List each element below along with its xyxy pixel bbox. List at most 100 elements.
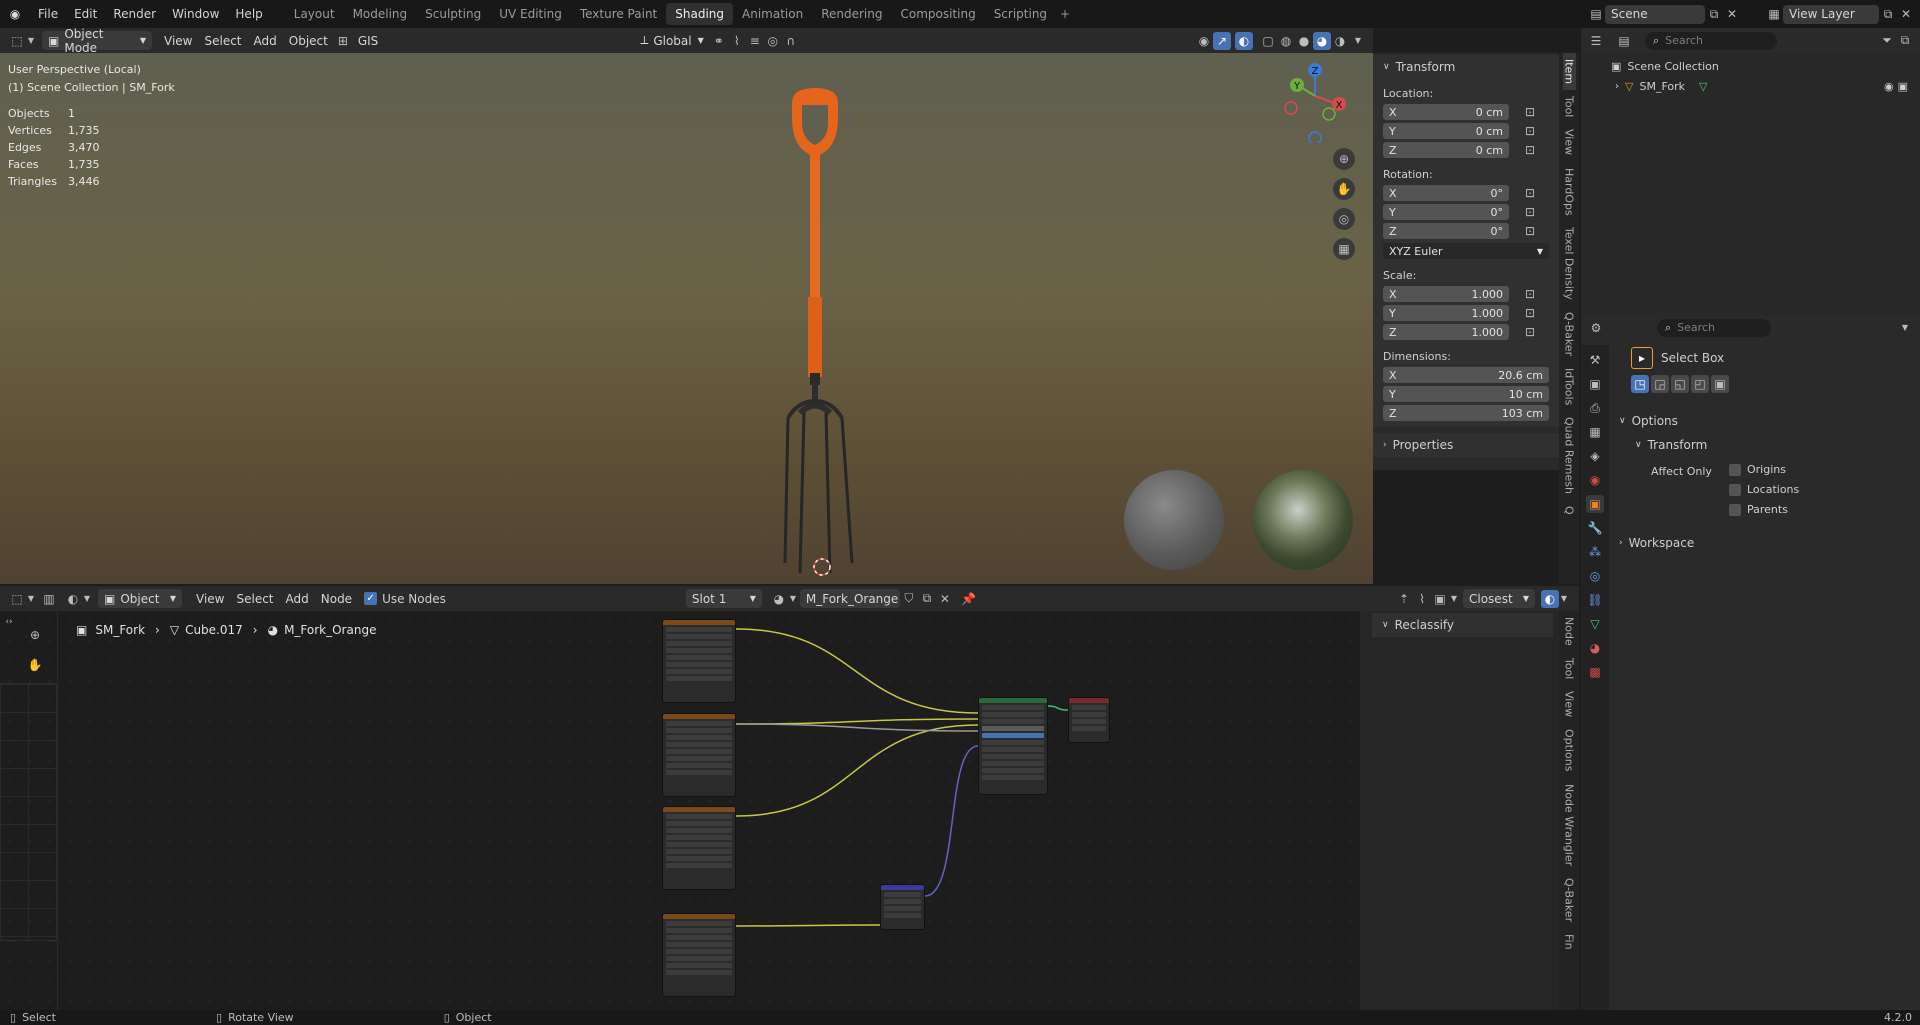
transform-header[interactable]: ∨ Transform	[1373, 55, 1559, 79]
constraints-tab-icon[interactable]: ⛓	[1586, 591, 1604, 609]
node-editor-type-icon[interactable]: ⬚	[8, 590, 26, 608]
material-name-field[interactable]: M_Fork_Orange	[799, 589, 900, 608]
node-menu-select[interactable]: Select	[230, 589, 279, 608]
snap-target-icon[interactable]: ▣	[1431, 590, 1449, 608]
overlay-icon[interactable]: ◐	[1235, 31, 1253, 50]
tab-shading[interactable]: Shading	[666, 3, 733, 25]
origins-checkbox[interactable]: Origins	[1729, 463, 1786, 476]
properties-search-input[interactable]: ⌕ Search	[1657, 318, 1771, 337]
tab-item[interactable]: Item	[1562, 53, 1576, 91]
parents-checkbox[interactable]: Parents	[1729, 503, 1788, 516]
shader-object-dropdown[interactable]: ▣ Object ▼	[98, 589, 182, 608]
material-slot-dropdown[interactable]: Slot 1 ▼	[685, 589, 762, 608]
modifier-tab-icon[interactable]: 🔧	[1586, 519, 1604, 537]
properties-subpanel-header[interactable]: › Properties	[1373, 433, 1559, 457]
scale-x-field[interactable]: X 1.000	[1383, 286, 1509, 302]
shading-options-icon[interactable]: ▼	[1349, 32, 1367, 50]
material-shading-icon[interactable]: ◕	[1313, 31, 1331, 50]
mode-subtract-icon[interactable]: ◱	[1671, 375, 1689, 393]
data-tab-icon[interactable]: ▽	[1586, 615, 1604, 633]
outliner-editor-icon[interactable]: ☰	[1587, 32, 1605, 50]
tab-compositing[interactable]: Compositing	[891, 3, 984, 25]
eye-icon[interactable]: ◉	[1884, 77, 1894, 97]
tab-tool[interactable]: Tool	[1563, 90, 1576, 123]
tab-hardops[interactable]: HardOps	[1563, 162, 1576, 222]
tab-tool[interactable]: Tool	[1563, 652, 1576, 685]
outliner-scene-collection[interactable]: ▣ Scene Collection	[1611, 57, 1920, 77]
rotation-mode-dropdown[interactable]: XYZ Euler ▼	[1383, 243, 1549, 259]
view-layer-icon[interactable]: ▦	[1765, 5, 1783, 23]
zoom-icon[interactable]: ⊕	[1333, 148, 1355, 170]
gizmo-icon[interactable]: ↗	[1213, 31, 1231, 50]
overlay-icon[interactable]: ◐	[1541, 589, 1559, 608]
pan-hand-icon[interactable]: ✋	[1333, 178, 1355, 200]
new-collection-icon[interactable]: ⧉	[1896, 32, 1914, 50]
tab-q-baker[interactable]: Q-Baker	[1563, 872, 1576, 928]
image-texture-node-roughness[interactable]	[662, 806, 736, 890]
scene-icon[interactable]: ▤	[1587, 5, 1605, 23]
particles-tab-icon[interactable]: ⁂	[1586, 543, 1604, 561]
locations-checkbox[interactable]: Locations	[1729, 483, 1799, 496]
unlink-material-icon[interactable]: ✕	[936, 590, 954, 608]
lock-icon[interactable]: ⊡	[1521, 203, 1539, 221]
rotation-z-field[interactable]: Z 0°	[1383, 223, 1509, 239]
tab-node[interactable]: Node	[1563, 611, 1576, 652]
image-texture-node-normal[interactable]	[662, 913, 736, 997]
tab-layout[interactable]: Layout	[285, 3, 344, 25]
lock-icon[interactable]: ⊡	[1521, 285, 1539, 303]
tab-view[interactable]: View	[1563, 685, 1576, 723]
properties-editor-icon[interactable]: ⚙	[1587, 319, 1605, 337]
outliner-search-input[interactable]: ⌕ Search	[1645, 31, 1777, 50]
use-nodes-checkbox[interactable]: ✓ Use Nodes	[364, 592, 446, 606]
interpolation-dropdown[interactable]: Closest ▼	[1463, 589, 1535, 608]
tab-node-wrangler[interactable]: Node Wrangler	[1563, 778, 1576, 872]
mode-invert-icon[interactable]: ◰	[1691, 375, 1709, 393]
menu-file[interactable]: File	[30, 3, 66, 25]
material-output-node[interactable]	[1068, 697, 1110, 743]
node-editor-canvas[interactable]: ‹› ⊕ ✋ ▣ SM_Fork › ▽ Cube.017 › ◕ M_Fork…	[0, 611, 1360, 1010]
tab-options[interactable]: Options	[1563, 723, 1576, 777]
xray-icon[interactable]: ▢	[1259, 32, 1277, 50]
falloff-icon[interactable]: ∩	[782, 32, 800, 50]
scene-name[interactable]: Scene	[1605, 4, 1705, 24]
wireframe-shading-icon[interactable]: ◍	[1277, 32, 1295, 50]
scale-y-field[interactable]: Y 1.000	[1383, 305, 1509, 321]
object-mode-dropdown[interactable]: ▣ Object Mode ▼	[42, 27, 152, 55]
lock-icon[interactable]: ⊡	[1521, 122, 1539, 140]
blender-logo-icon[interactable]: ◉	[6, 5, 24, 23]
tab-idtools[interactable]: IdTools	[1563, 362, 1576, 411]
outliner-item-sm-fork[interactable]: › ▽ SM_Fork ▽ ◉ ▣	[1611, 77, 1920, 97]
normal-map-node[interactable]	[880, 884, 925, 930]
shader-type-icon[interactable]: ◐	[64, 590, 82, 608]
workspace-header[interactable]: › Workspace	[1611, 531, 1911, 555]
tab-fin[interactable]: Fin	[1563, 928, 1576, 956]
output-tab-icon[interactable]: ⎙	[1586, 399, 1604, 417]
material-browse-icon[interactable]: ◕	[770, 590, 788, 608]
physics-tab-icon[interactable]: ◎	[1586, 567, 1604, 585]
tab-uv-editing[interactable]: UV Editing	[490, 3, 571, 25]
render-camera-icon[interactable]: ▣	[1898, 77, 1908, 97]
add-workspace-icon[interactable]: +	[1056, 5, 1074, 23]
snap-icon[interactable]: ⌇	[1413, 590, 1431, 608]
viewport-menu-view[interactable]: View	[158, 31, 198, 50]
dimension-x-field[interactable]: X 20.6 cm	[1383, 367, 1549, 383]
dimension-y-field[interactable]: Y 10 cm	[1383, 386, 1549, 402]
visibility-icon[interactable]: ◉	[1195, 32, 1213, 50]
object-tab-icon[interactable]: ▣	[1586, 495, 1604, 513]
scene-tab-icon[interactable]: ◈	[1586, 447, 1604, 465]
camera-icon[interactable]: ◎	[1333, 208, 1355, 230]
image-texture-node-metallic[interactable]	[662, 713, 736, 797]
view-layer-tab-icon[interactable]: ▦	[1586, 423, 1604, 441]
tab-scripting[interactable]: Scripting	[985, 3, 1056, 25]
node-menu-view[interactable]: View	[190, 589, 230, 608]
location-x-field[interactable]: X 0 cm	[1383, 104, 1509, 120]
rotation-y-field[interactable]: Y 0°	[1383, 204, 1509, 220]
transform-subheader[interactable]: ∨ Transform	[1611, 433, 1911, 457]
tab-view[interactable]: View	[1563, 123, 1576, 161]
menu-window[interactable]: Window	[164, 3, 227, 25]
dimension-z-field[interactable]: Z 103 cm	[1383, 405, 1549, 421]
material-tab-icon[interactable]: ◕	[1586, 639, 1604, 657]
rendered-shading-icon[interactable]: ◑	[1331, 32, 1349, 50]
delete-view-layer-icon[interactable]: ✕	[1897, 5, 1915, 23]
lock-icon[interactable]: ⊡	[1521, 184, 1539, 202]
